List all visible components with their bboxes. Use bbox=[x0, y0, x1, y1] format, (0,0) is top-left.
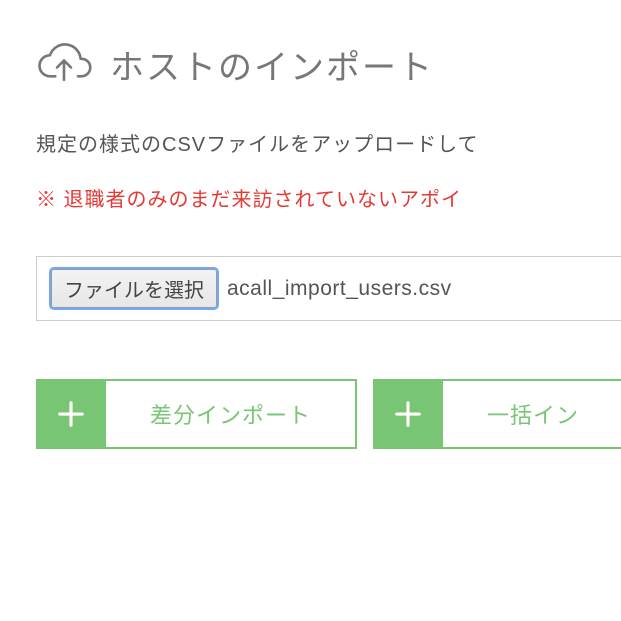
plus-icon bbox=[36, 379, 106, 449]
cloud-upload-icon bbox=[36, 36, 92, 92]
page-title: ホストのインポート bbox=[110, 40, 434, 89]
warning-text: ※ 退職者のみのまだ来訪されていないアポイ bbox=[36, 183, 621, 212]
file-select-button[interactable]: ファイルを選択 bbox=[51, 269, 217, 308]
file-input-row: ファイルを選択 acall_import_users.csv bbox=[36, 256, 621, 321]
import-button-row: 差分インポート 一括イン bbox=[36, 379, 621, 449]
bulk-import-button[interactable]: 一括イン bbox=[373, 379, 621, 449]
description-text: 規定の様式のCSVファイルをアップロードして bbox=[36, 128, 621, 157]
bulk-import-label: 一括イン bbox=[443, 379, 621, 449]
plus-icon bbox=[373, 379, 443, 449]
selected-file-name: acall_import_users.csv bbox=[227, 277, 452, 301]
diff-import-label: 差分インポート bbox=[106, 379, 357, 449]
page-header: ホストのインポート bbox=[36, 36, 621, 92]
diff-import-button[interactable]: 差分インポート bbox=[36, 379, 357, 449]
